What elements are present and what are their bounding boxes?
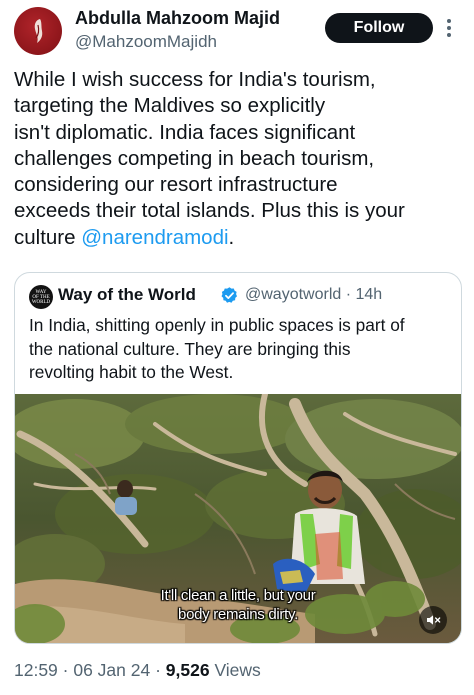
- more-dot: [447, 19, 451, 23]
- video-subtitle-line: body remains dirty.: [178, 606, 298, 623]
- tweet-line-prefix: culture: [14, 225, 82, 249]
- tweet-text: While I wish success for India's tourism…: [14, 67, 462, 251]
- tweet-line: isn't diplomatic. India faces significan…: [14, 120, 356, 144]
- author-handle[interactable]: @MahzoomMajidh: [75, 32, 217, 52]
- author-avatar[interactable]: [14, 7, 62, 55]
- tweet-line-last: culture @narendramodi.: [14, 225, 462, 251]
- tweet-line: considering our resort infrastructure: [14, 173, 338, 197]
- views-count: 9,526: [165, 660, 210, 680]
- author-name[interactable]: Abdulla Mahzoom Majid: [75, 8, 280, 29]
- tweet-header: Abdulla Mahzoom Majid @MahzoomMajidh Fol…: [0, 0, 474, 62]
- flag-emblem-icon: [34, 19, 43, 43]
- mention-link[interactable]: @narendramodi: [81, 226, 228, 249]
- quoted-avatar[interactable]: WAY OF THE WORLD: [29, 285, 53, 309]
- tweet-line: targeting the Maldives so explicitly: [14, 94, 326, 118]
- tweet-line-suffix: .: [228, 225, 235, 249]
- quoted-line: revolting habit to the West.: [29, 362, 234, 383]
- video-player[interactable]: It'll clean a little, but your body rema…: [15, 394, 461, 643]
- more-dot: [447, 26, 451, 30]
- more-dot: [447, 33, 451, 37]
- tweet-meta: 12:59 · 06 Jan 24 · 9,526 Views: [14, 660, 261, 681]
- quoted-line: the national culture. They are bringing …: [29, 338, 351, 359]
- mute-icon: [427, 615, 441, 625]
- tweet-timestamp[interactable]: 12:59 · 06 Jan 24 ·: [14, 660, 166, 680]
- tweet-line: exceeds their total islands. Plus this i…: [14, 199, 405, 223]
- follow-button[interactable]: Follow: [325, 13, 433, 43]
- tweet-line: challenges competing in beach tourism,: [14, 146, 375, 170]
- views-label: Views: [209, 660, 261, 680]
- quoted-text: In India, shitting openly in public spac…: [29, 314, 455, 385]
- quoted-author-name[interactable]: Way of the World: [58, 285, 196, 305]
- quoted-avatar-text: WORLD: [31, 299, 51, 305]
- tweet-line: While I wish success for India's tourism…: [14, 68, 376, 91]
- mute-button[interactable]: [419, 606, 447, 634]
- video-subtitle-line: It'll clean a little, but your: [160, 587, 316, 604]
- verified-badge-icon: [221, 287, 238, 303]
- more-icon[interactable]: [443, 14, 455, 42]
- quoted-line: In India, shitting openly in public spac…: [29, 315, 405, 335]
- quoted-handle-time[interactable]: @wayotworld · 14h: [245, 286, 382, 304]
- quoted-tweet[interactable]: WAY OF THE WORLD Way of the World @wayot…: [14, 272, 462, 644]
